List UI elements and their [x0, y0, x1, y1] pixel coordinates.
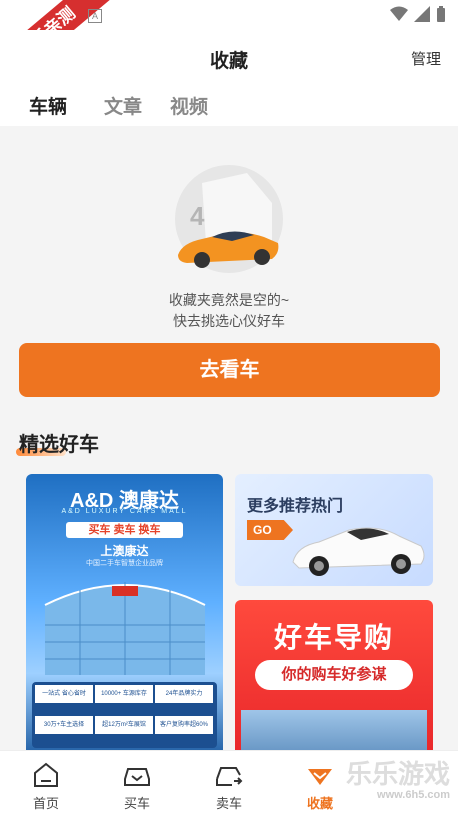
wifi-icon: [390, 6, 408, 21]
recommend-title: 更多推荐热门: [247, 498, 344, 515]
empty-state-line1: 收藏夹竟然是空的~: [168, 292, 290, 308]
akd-stat: 30万+车主选择: [35, 716, 93, 734]
tab-bar: 车辆 文章 视频: [0, 86, 458, 126]
home-icon: [34, 762, 58, 787]
tab-videos[interactable]: 视频: [170, 92, 208, 119]
notification-icon: A: [88, 9, 102, 23]
svg-text:4: 4: [190, 201, 205, 231]
status-bar: 乐乐亲测 A: [0, 0, 458, 93]
tab-vehicles[interactable]: 车辆: [29, 92, 67, 119]
nav-sell-car-label: 卖车: [215, 796, 242, 811]
header: 收藏 管理: [0, 30, 458, 86]
akd-stat: 客户复购率超60%: [155, 716, 213, 734]
nav-buy-car-label: 买车: [123, 796, 150, 811]
go-browse-cars-button[interactable]: 去看车: [19, 343, 440, 397]
akd-stat: 10000+ 车源库存: [95, 685, 153, 703]
promo-card-akd[interactable]: A&D 澳康达 A&D LUXURY CARS MALL 买车 卖车 换车 上澳…: [26, 474, 223, 759]
watermark-main: 乐乐游戏: [345, 759, 450, 789]
nav-home-label: 首页: [32, 796, 59, 811]
empty-state-text: 收藏夹竟然是空的~ 快去挑选心仪好车: [0, 290, 458, 332]
akd-tagline: 买车 卖车 换车: [66, 522, 183, 538]
guide-pill: 你的购车好参谋: [255, 660, 413, 690]
akd-stats-panel: 一站式 省心省时 10000+ 车源库存 24年品牌实力 30万+车主选择 超1…: [32, 682, 217, 748]
promo-card-guide[interactable]: 好车导购 你的购车好参谋: [235, 600, 433, 759]
section-title: 精选好车: [19, 434, 99, 456]
akd-stat: 超12万m²车展馆: [95, 716, 153, 734]
empty-state-line2: 快去挑选心仪好车: [173, 313, 285, 329]
manage-button[interactable]: 管理: [411, 48, 441, 69]
empty-favorites-illustration: 4: [175, 165, 283, 273]
akd-desc: 中国二手车智慧企业品牌: [86, 560, 163, 567]
akd-stat: 一站式 省心省时: [35, 685, 93, 703]
tab-articles[interactable]: 文章: [104, 92, 142, 119]
status-icons: [390, 6, 446, 22]
watermark: 乐乐游戏 www.6h5.com: [330, 754, 458, 814]
akd-stat: 24年品牌实力: [155, 685, 213, 703]
building-illustration: [44, 582, 206, 675]
nav-home[interactable]: 首页: [0, 751, 92, 815]
watermark-sub: www.6h5.com: [377, 789, 450, 801]
battery-icon: [437, 6, 445, 22]
white-sports-car-image: [292, 527, 425, 576]
akd-brand-sub: A&D LUXURY CARS MALL: [61, 508, 188, 515]
nav-sell-car[interactable]: 卖车: [183, 751, 275, 815]
signal-icon: [414, 6, 430, 22]
buy-car-icon: [124, 768, 150, 786]
go-badge: GO: [247, 520, 293, 540]
guide-title: 好车导购: [273, 622, 394, 653]
page-title: 收藏: [209, 51, 248, 72]
promo-card-recommend[interactable]: 更多推荐热门 GO: [235, 474, 433, 586]
akd-subtitle: 上澳康达: [100, 544, 149, 558]
nav-buy-car[interactable]: 买车: [91, 751, 183, 815]
sell-car-icon: [216, 767, 243, 786]
